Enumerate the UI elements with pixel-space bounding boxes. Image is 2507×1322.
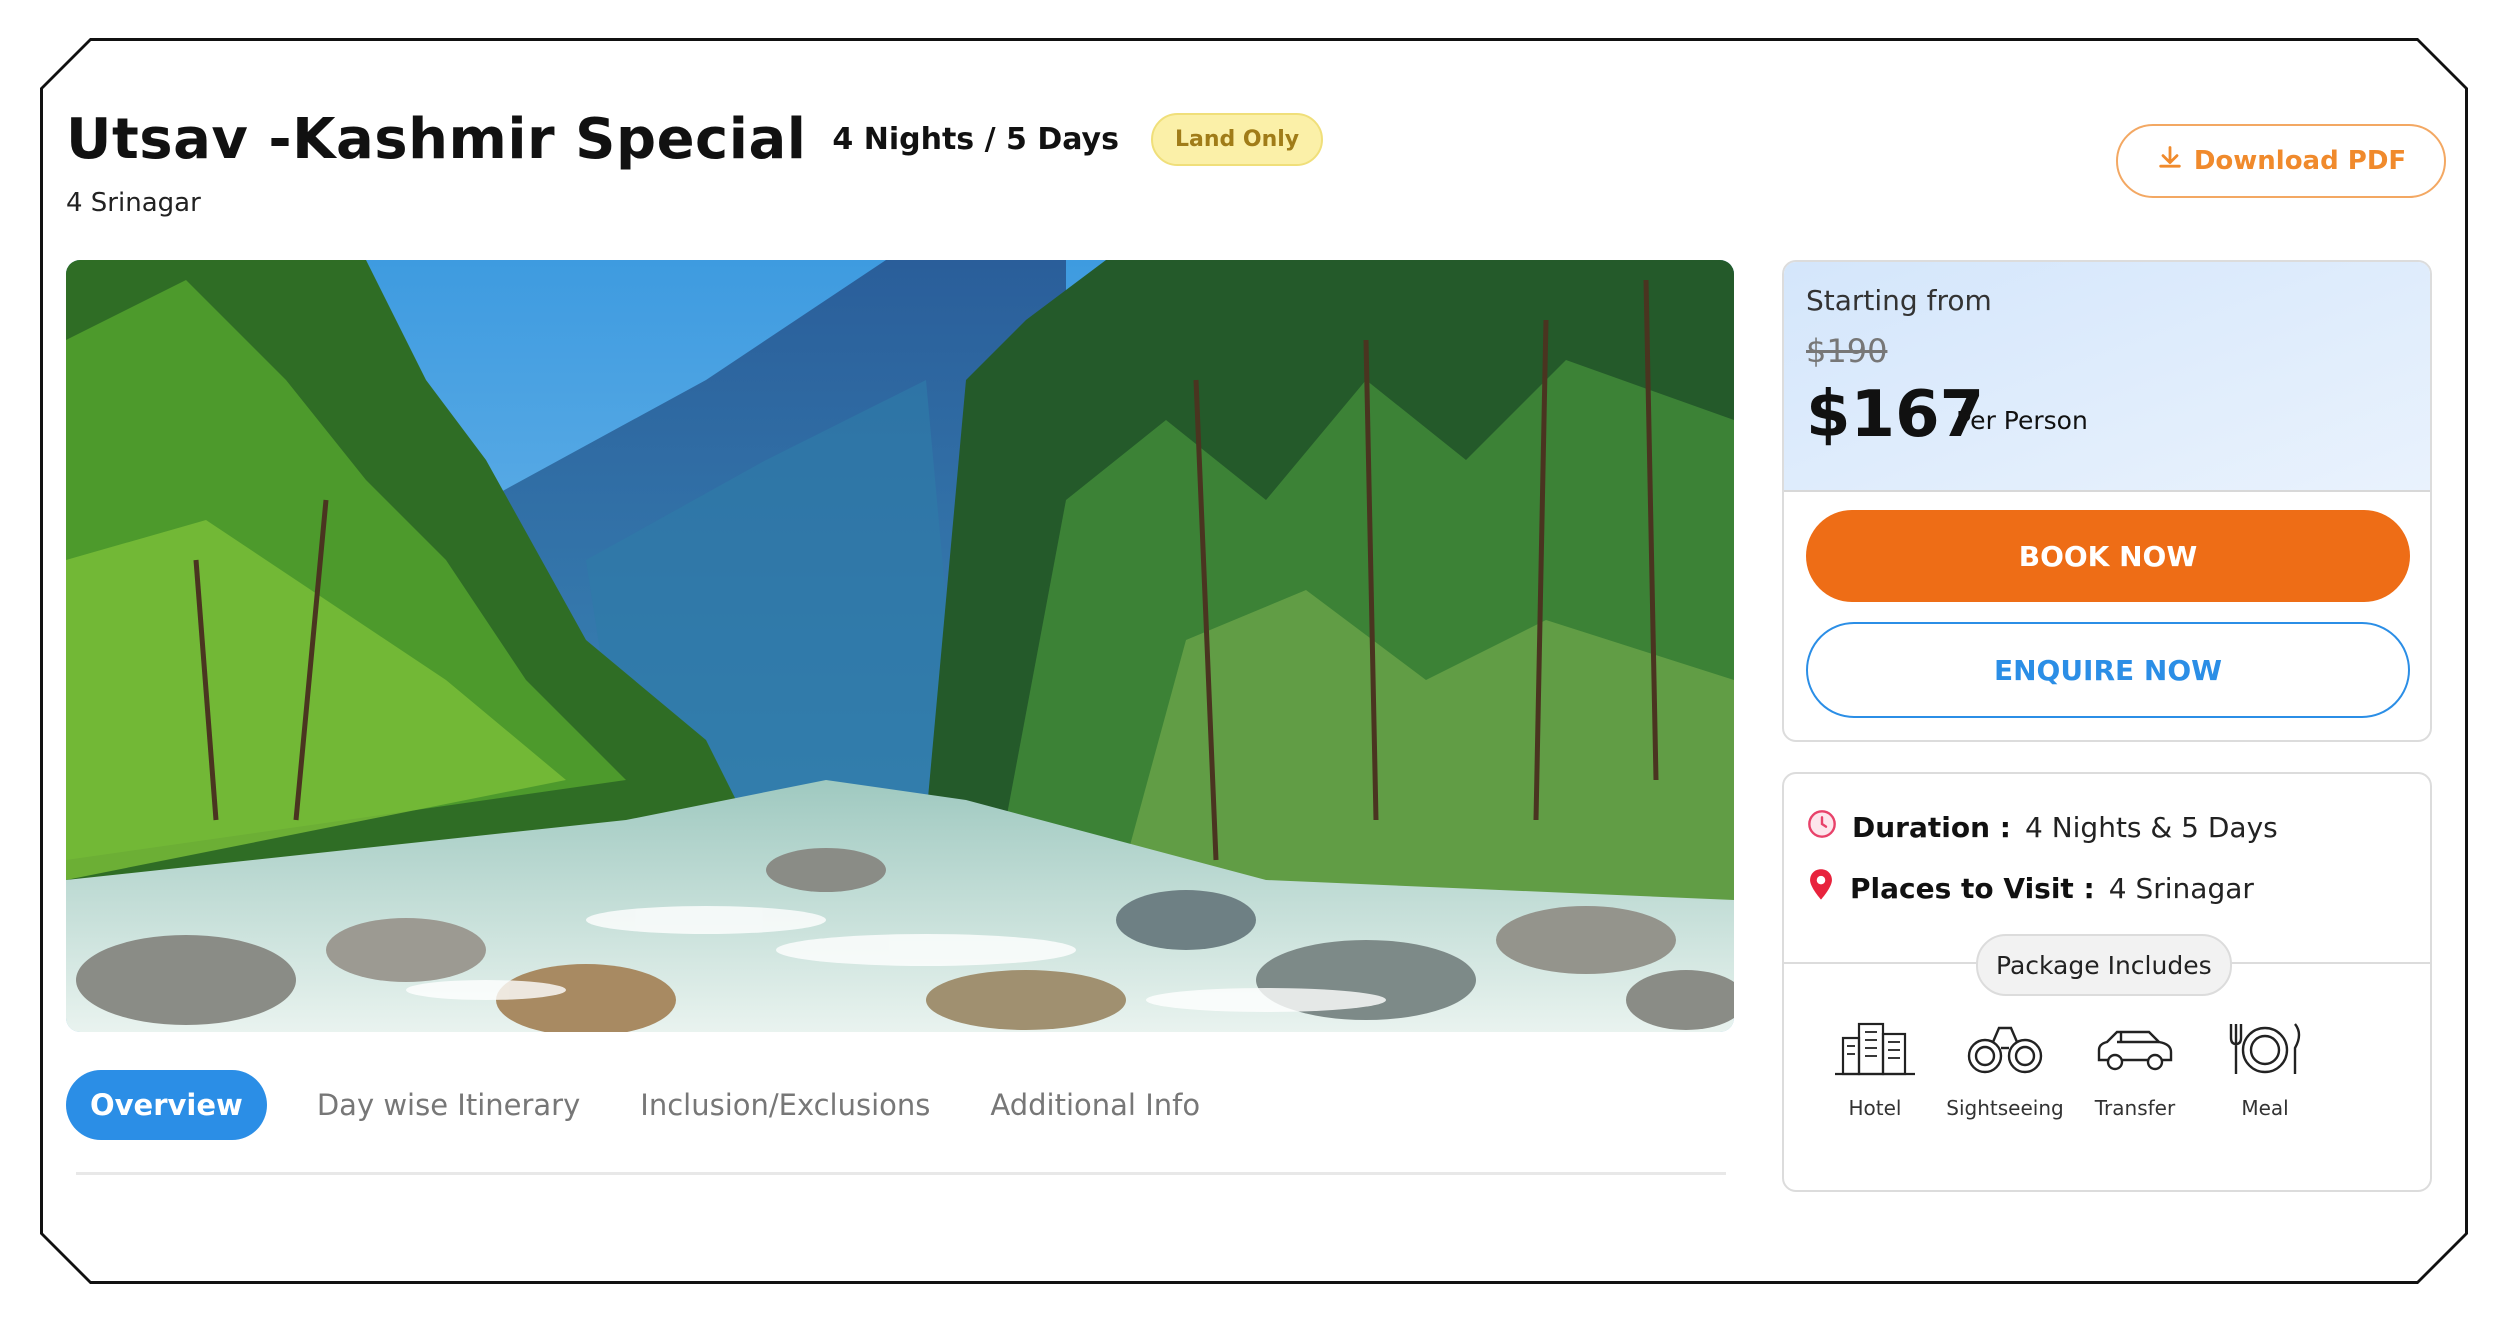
package-includes-label: Package Includes [1976, 934, 2232, 996]
car-icon [2093, 1018, 2177, 1082]
amenity-hotel-label: Hotel [1848, 1096, 1902, 1120]
tab-additional-info[interactable]: Additional Info [960, 1070, 1230, 1140]
binoculars-icon [1963, 1018, 2047, 1082]
amenity-transfer-label: Transfer [2094, 1096, 2176, 1120]
price-card: Starting from $190 $167 Per Person BOOK … [1782, 260, 2432, 742]
download-icon [2156, 144, 2184, 179]
package-title: Utsav -Kashmir Special [66, 106, 807, 172]
per-person-label: Per Person [1956, 406, 2088, 435]
duration-row: Duration : 4 Nights & 5 Days [1806, 808, 2278, 847]
duration-heading: 4 Nights / 5 Days [832, 121, 1119, 157]
location-pin-icon [1806, 868, 1836, 909]
tab-inclusion-exclusions[interactable]: Inclusion/Exclusions [610, 1070, 960, 1140]
hotel-icon [1833, 1018, 1917, 1082]
amenity-hotel: Hotel [1810, 1018, 1940, 1120]
land-only-badge: Land Only [1150, 112, 1324, 166]
amenity-sightseeing-label: Sightseeing [1946, 1096, 2064, 1120]
duration-key: Duration : [1852, 811, 2011, 844]
package-page: Utsav -Kashmir Special 4 Nights / 5 Days… [40, 38, 2468, 1284]
clock-icon [1806, 808, 1838, 847]
amenity-sightseeing: Sightseeing [1940, 1018, 2070, 1120]
amenities-list: Hotel Sightseeing Transfer Meal [1810, 1018, 2330, 1120]
hero-image [66, 260, 1734, 1032]
places-row: Places to Visit : 4 Srinagar [1806, 868, 2254, 909]
price-summary: Starting from $190 $167 Per Person [1784, 262, 2430, 492]
duration-value: 4 Nights & 5 Days [2024, 811, 2278, 844]
tab-day-wise-itinerary[interactable]: Day wise Itinerary [287, 1070, 610, 1140]
enquire-now-button[interactable]: ENQUIRE NOW [1806, 622, 2410, 718]
places-value: 4 Srinagar [2108, 872, 2254, 905]
places-key: Places to Visit : [1850, 872, 2095, 905]
amenity-meal: Meal [2200, 1018, 2330, 1120]
old-price: $190 [1806, 332, 1888, 370]
amenity-transfer: Transfer [2070, 1018, 2200, 1120]
book-now-button[interactable]: BOOK NOW [1806, 510, 2410, 602]
starting-from-label: Starting from [1806, 284, 1992, 317]
title-row: Utsav -Kashmir Special 4 Nights / 5 Days… [66, 104, 1324, 174]
download-pdf-button[interactable]: Download PDF [2116, 124, 2446, 198]
tab-divider [76, 1172, 1726, 1175]
meal-icon [2223, 1018, 2307, 1082]
tab-overview[interactable]: Overview [66, 1070, 267, 1140]
package-tabs: Overview Day wise Itinerary Inclusion/Ex… [66, 1070, 1230, 1140]
download-label: Download PDF [2193, 146, 2407, 176]
package-info-card: Duration : 4 Nights & 5 Days Places to V… [1782, 772, 2432, 1192]
package-subtitle: 4 Srinagar [66, 188, 201, 218]
amenity-meal-label: Meal [2241, 1096, 2289, 1120]
